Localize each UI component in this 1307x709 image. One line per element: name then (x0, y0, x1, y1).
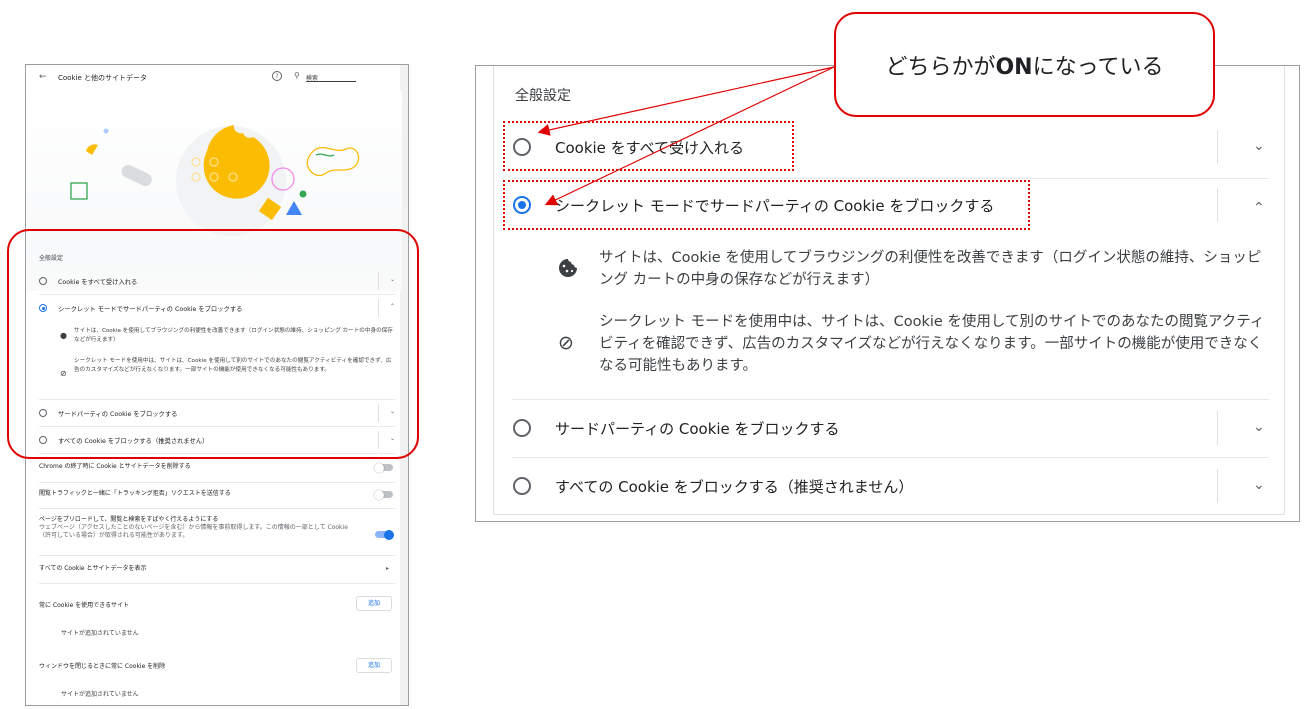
separator (1217, 130, 1218, 164)
separator (1217, 469, 1218, 503)
toggle-switch-on[interactable] (375, 529, 394, 540)
chevron-down-icon[interactable]: ⌄ (1253, 419, 1265, 435)
add-button[interactable]: 追加 (356, 658, 392, 673)
divider (512, 399, 1269, 400)
section-title: 全般設定 (515, 88, 571, 104)
arrow-right-icon: ▸ (385, 565, 389, 572)
search-input[interactable]: 検索 (306, 73, 356, 82)
divider (493, 514, 1285, 515)
toggle-switch[interactable] (374, 462, 393, 473)
help-icon[interactable]: ? (272, 71, 282, 81)
divider (39, 583, 395, 584)
option-label: すべての Cookie をブロックする（推奨されません） (555, 477, 914, 496)
divider (512, 178, 1269, 179)
toggle-sublabel: ウェブページ（アクセスしたことのないページを含む）から情報を事前取得します。この… (39, 524, 348, 539)
chevron-up-icon[interactable]: ⌃ (1253, 200, 1265, 216)
block-icon: ⊘ (558, 332, 574, 354)
radio-button[interactable] (513, 419, 531, 437)
cookie-icon (558, 258, 578, 283)
divider (512, 457, 1269, 458)
chevron-down-icon[interactable]: ⌄ (1253, 477, 1265, 493)
toggle-label: 閲覧トラフィックと一緒に「トラッキング拒否」リクエストを送信する (39, 490, 231, 497)
chevron-down-icon[interactable]: ⌄ (1253, 138, 1265, 154)
highlight-box (7, 229, 419, 459)
empty-list-text: サイトが追加されていません (61, 691, 139, 698)
toggle-switch[interactable] (374, 489, 393, 500)
callout-text: になっている (1032, 54, 1164, 80)
description-text: サイトは、Cookie を使用してブラウジングの利便性を改善できます（ログイン状… (599, 250, 1262, 288)
separator (1217, 411, 1218, 445)
radio-button[interactable] (513, 477, 531, 495)
divider (39, 555, 395, 556)
heading-label: ウィンドウを閉じるときに常に Cookie を削除 (39, 663, 166, 670)
see-all-cookies-link[interactable]: すべての Cookie とサイトデータを表示 (39, 565, 395, 573)
description-text: シークレット モードを使用中は、サイトは、Cookie を使用して別のサイトでの… (599, 314, 1265, 374)
toggle-row-preload[interactable]: ページをプリロードして、閲覧と検索をすばやく行えるようにする ウェブページ（アク… (39, 516, 394, 540)
option-label: サードパーティの Cookie をブロックする (555, 419, 840, 438)
heading-label: 常に Cookie を使用できるサイト (39, 602, 130, 609)
toggle-row-do-not-track[interactable]: 閲覧トラフィックと一緒に「トラッキング拒否」リクエストを送信する (39, 489, 395, 500)
annotation-callout: どちらかがONになっている (834, 12, 1215, 117)
link-label: すべての Cookie とサイトデータを表示 (39, 565, 147, 572)
toggle-label: Chrome の終了時に Cookie とサイトデータを削除する (39, 463, 191, 470)
clear-on-exit-heading: ウィンドウを閉じるときに常に Cookie を削除 (39, 663, 395, 671)
highlight-dotted-box (503, 121, 794, 171)
empty-list-text: サイトが追加されていません (61, 630, 139, 637)
search-icon: ⚲ (294, 71, 300, 80)
option-block-third-party[interactable]: サードパーティの Cookie をブロックする ⌄ (513, 407, 1273, 449)
divider (39, 482, 395, 483)
option-block-all-cookies[interactable]: すべての Cookie をブロックする（推奨されません） ⌄ (513, 465, 1273, 507)
callout-text-bold: ON (995, 54, 1033, 80)
add-button[interactable]: 追加 (356, 596, 392, 611)
back-arrow-icon[interactable]: ← (39, 72, 47, 82)
allow-sites-heading: 常に Cookie を使用できるサイト (39, 602, 395, 610)
separator (1217, 188, 1218, 222)
toggle-row-clear-on-exit[interactable]: Chrome の終了時に Cookie とサイトデータを削除する (39, 462, 395, 473)
callout-text: どちらかが (885, 54, 996, 80)
highlight-dotted-box (503, 180, 1030, 230)
page-title: Cookie と他のサイトデータ (58, 74, 147, 82)
toggle-label: ページをプリロードして、閲覧と検索をすばやく行えるようにする (39, 516, 219, 523)
divider (39, 508, 395, 509)
